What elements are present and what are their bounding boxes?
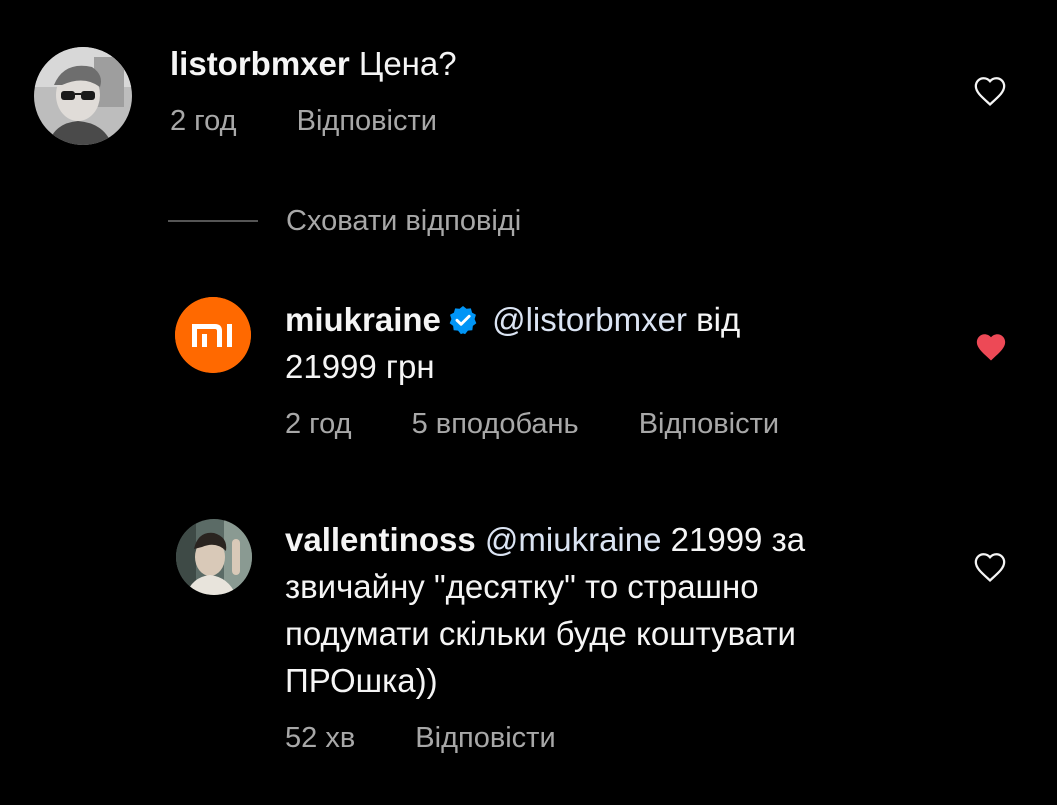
user-photo-avatar-icon — [176, 519, 252, 595]
comment-body-line3: подумати скільки буде коштувати — [285, 615, 796, 652]
hide-replies-label: Сховати відповіді — [286, 204, 522, 237]
comment-text: vallentinoss @miukraine 21999 за звичайн… — [285, 516, 945, 704]
comment-time: 2 год — [285, 408, 352, 440]
comment-miukraine: miukraine @listorbmxer від 21999 грн — [285, 296, 925, 390]
user-photo-avatar-icon — [34, 47, 132, 145]
comment-body-line1: від — [696, 301, 741, 338]
mi-logo-icon — [175, 297, 251, 373]
comment-body-line4: ПРОшка)) — [285, 662, 438, 699]
heart-outline-icon — [974, 77, 1006, 107]
comment-body-line2: звичайну "десятку" то страшно — [285, 568, 759, 605]
like-button[interactable] — [973, 551, 1007, 588]
comment-text: listorbmxer Цена? — [170, 40, 930, 87]
heart-outline-icon — [974, 553, 1006, 583]
comment-meta: 52 хв Відповісти — [285, 722, 556, 755]
mention-link[interactable]: @listorbmxer — [492, 301, 687, 338]
comment-time: 52 хв — [285, 722, 356, 754]
like-button[interactable] — [974, 331, 1008, 368]
comment-vallentinoss: vallentinoss @miukraine 21999 за звичайн… — [285, 516, 945, 704]
comment-text: miukraine @listorbmxer від 21999 грн — [285, 296, 925, 390]
verified-badge-icon — [447, 301, 479, 335]
reply-button[interactable]: Відповісти — [639, 408, 779, 441]
comment-body: Цена? — [358, 45, 457, 82]
avatar-listorbmxer[interactable] — [34, 47, 132, 145]
username[interactable]: vallentinoss — [285, 521, 476, 558]
hide-replies-button[interactable]: Сховати відповіді — [168, 201, 521, 241]
likes-count[interactable]: 5 вподобань — [412, 408, 579, 441]
reply-button[interactable]: Відповісти — [297, 105, 437, 138]
comment-meta: 2 год Відповісти — [170, 105, 437, 138]
comment-body-line1: 21999 за — [670, 521, 806, 558]
hide-replies-line — [168, 220, 258, 222]
username[interactable]: listorbmxer — [170, 45, 350, 82]
heart-filled-icon — [976, 334, 1006, 361]
comment-body-line2: 21999 грн — [285, 348, 435, 385]
comment-meta: 2 год 5 вподобань Відповісти — [285, 408, 779, 441]
comment-listorbmxer: listorbmxer Цена? — [170, 40, 930, 87]
avatar-vallentinoss[interactable] — [176, 519, 252, 595]
mention-link[interactable]: @miukraine — [485, 521, 662, 558]
like-button[interactable] — [973, 75, 1007, 112]
comment-time: 2 год — [170, 105, 237, 137]
avatar-miukraine[interactable] — [175, 297, 251, 373]
username[interactable]: miukraine — [285, 301, 441, 338]
reply-button[interactable]: Відповісти — [415, 722, 555, 755]
